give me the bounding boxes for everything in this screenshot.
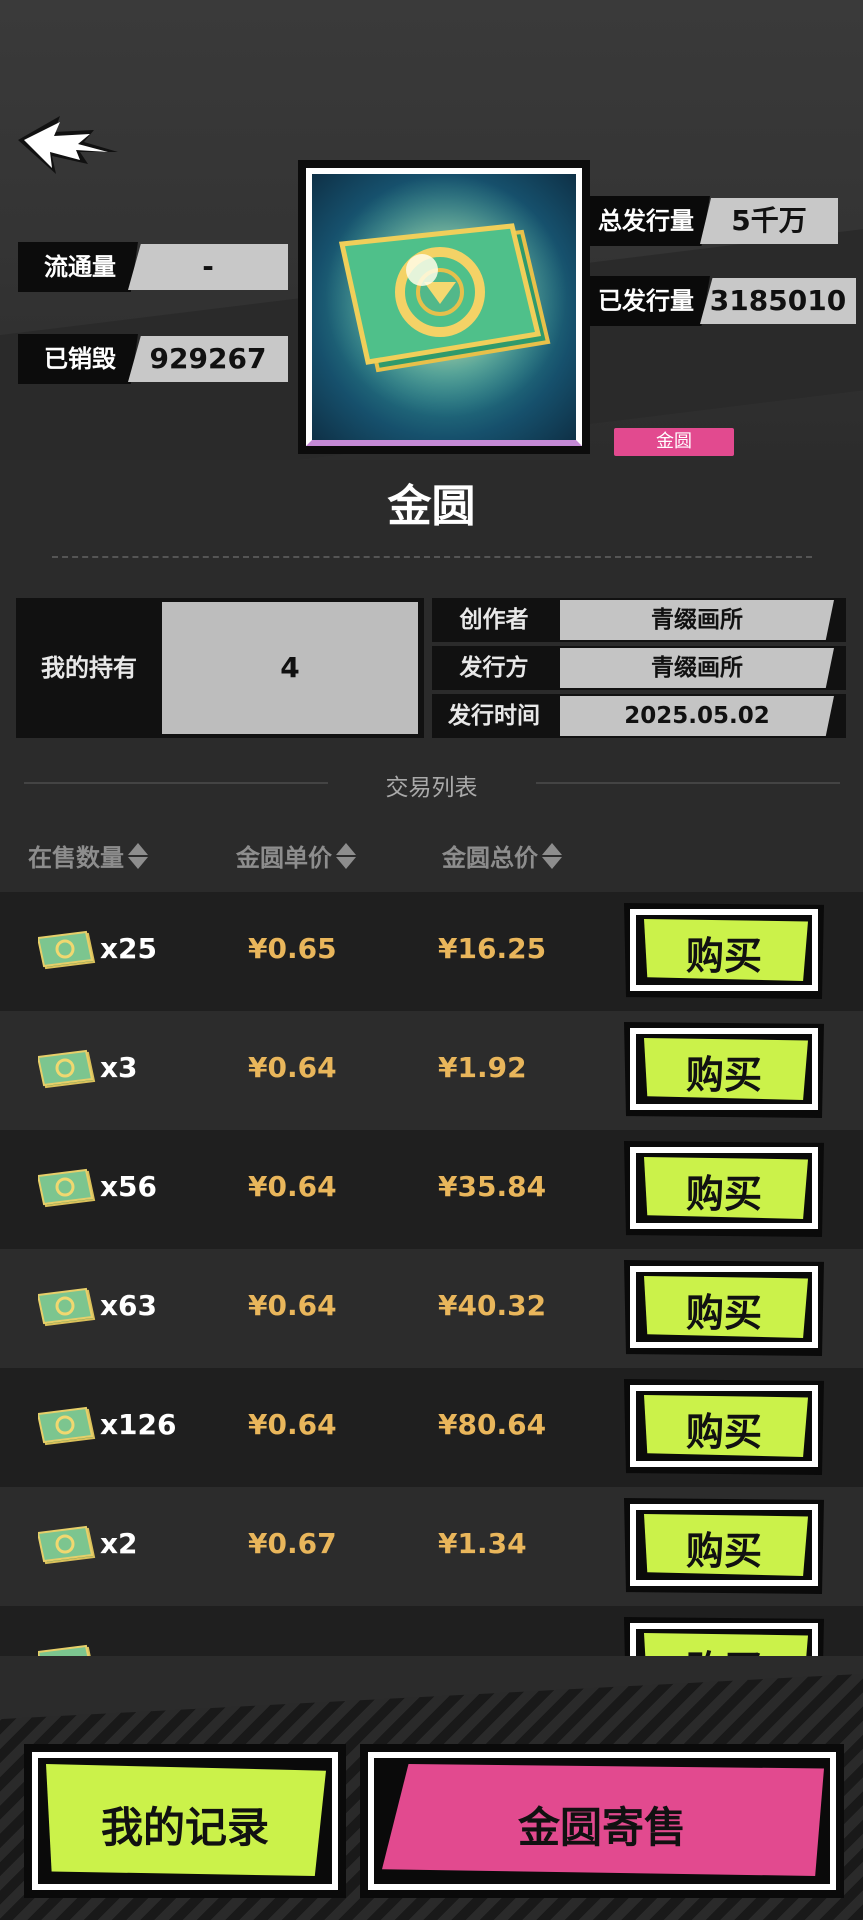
listing-unit-price: ¥0.64 <box>248 1051 337 1084</box>
consign-button[interactable]: 金圆寄售 <box>360 1744 844 1898</box>
listing-row: x25 ¥0.65 ¥16.25 购买 <box>0 892 863 1011</box>
publisher-row: 发行方 青缀画所 <box>432 646 846 690</box>
buy-button[interactable]: 购买 <box>624 903 824 999</box>
listing-row-partial: 购买 <box>0 1606 863 1658</box>
buy-button-label: 购买 <box>685 1053 762 1097</box>
creator-row: 创作者 青缀画所 <box>432 598 846 642</box>
listing-total-price: ¥80.64 <box>438 1408 547 1441</box>
circulation-value: - <box>128 244 288 290</box>
issue-date-label: 发行时间 <box>432 694 556 738</box>
total-price-column-label: 金圆总价 <box>442 844 538 872</box>
buy-button-label: 购买 <box>685 934 762 978</box>
listing-quantity: x25 <box>100 932 158 965</box>
listing-unit-price: ¥0.64 <box>248 1170 337 1203</box>
buy-button[interactable]: 购买 <box>624 1141 824 1237</box>
listing-unit-price: ¥0.64 <box>248 1408 337 1441</box>
buy-button-label: 购买 <box>685 1410 762 1454</box>
ticket-icon <box>38 1287 96 1327</box>
issued-label: 已发行量 <box>588 276 710 326</box>
item-tag-badge: 金圆 <box>614 428 734 456</box>
total-issue-stat: 总发行量 5千万 <box>588 196 838 246</box>
back-arrow-icon <box>18 116 118 174</box>
sort-by-unit-price[interactable]: 金圆单价 <box>236 838 356 873</box>
circulation-stat: 流通量 - <box>18 242 288 292</box>
publisher-value: 青缀画所 <box>560 648 834 688</box>
issue-date-value: 2025.05.02 <box>560 696 834 736</box>
sort-icon <box>542 842 562 869</box>
listing-unit-price: ¥0.65 <box>248 932 337 965</box>
ticket-icon <box>38 930 96 970</box>
creator-value: 青缀画所 <box>560 600 834 640</box>
buy-button[interactable]: 购买 <box>624 1498 824 1594</box>
listing-unit-price: ¥0.64 <box>248 1289 337 1322</box>
listing-row: x2 ¥0.67 ¥1.34 购买 <box>0 1487 863 1606</box>
destroyed-value: 929267 <box>128 336 288 382</box>
listing-total-price: ¥35.84 <box>438 1170 547 1203</box>
listing-quantity: x3 <box>100 1051 138 1084</box>
listing-unit-price: ¥0.67 <box>248 1527 337 1560</box>
ticket-icon <box>38 1168 96 1208</box>
my-holding-label: 我的持有 <box>41 654 137 682</box>
listing-row: x56 ¥0.64 ¥35.84 购买 <box>0 1130 863 1249</box>
my-records-button[interactable]: 我的记录 <box>24 1744 346 1898</box>
listing-row: x63 ¥0.64 ¥40.32 购买 <box>0 1249 863 1368</box>
trade-list-title: 交易列表 <box>385 775 478 801</box>
publisher-label: 发行方 <box>432 646 556 690</box>
sort-by-total-price[interactable]: 金圆总价 <box>442 838 562 873</box>
listing-total-price: ¥16.25 <box>438 932 547 965</box>
destroyed-stat: 已销毁 929267 <box>18 334 288 384</box>
gold-ticket-icon <box>312 174 576 440</box>
listing-quantity: x126 <box>100 1408 177 1441</box>
consign-label: 金圆寄售 <box>517 1803 686 1852</box>
buy-button[interactable]: 购买 <box>624 1260 824 1356</box>
issued-stat: 已发行量 3185010 <box>588 276 856 326</box>
listing-total-price: ¥1.34 <box>438 1527 527 1560</box>
item-image-frame <box>298 160 590 454</box>
buy-button[interactable]: 购买 <box>624 1022 824 1118</box>
ticket-icon <box>38 1525 96 1565</box>
trade-list[interactable]: x25 ¥0.65 ¥16.25 购买 x3 ¥0.64 ¥1.92 购买 x5… <box>0 892 863 1658</box>
back-button[interactable] <box>14 112 126 178</box>
issue-date-row: 发行时间 2025.05.02 <box>432 694 846 738</box>
listing-total-price: ¥40.32 <box>438 1289 547 1322</box>
sort-icon <box>336 842 356 869</box>
buy-button-label: 购买 <box>685 1291 762 1335</box>
listing-row: x126 ¥0.64 ¥80.64 购买 <box>0 1368 863 1487</box>
circulation-label: 流通量 <box>18 242 138 292</box>
buy-button[interactable]: 购买 <box>624 1617 824 1658</box>
my-records-label: 我的记录 <box>100 1803 269 1852</box>
total-issue-value: 5千万 <box>700 198 838 244</box>
my-holding-value: 4 <box>162 602 418 734</box>
destroyed-label: 已销毁 <box>18 334 138 384</box>
sort-by-quantity[interactable]: 在售数量 <box>28 838 148 873</box>
listing-row: x3 ¥0.64 ¥1.92 购买 <box>0 1011 863 1130</box>
creator-label: 创作者 <box>432 598 556 642</box>
buy-button-label: 购买 <box>685 1529 762 1573</box>
quantity-column-label: 在售数量 <box>28 844 124 872</box>
divider <box>52 556 812 558</box>
buy-button[interactable]: 购买 <box>624 1379 824 1475</box>
my-holding-box: 我的持有 4 <box>16 598 424 738</box>
listing-quantity: x2 <box>100 1527 138 1560</box>
issued-value: 3185010 <box>700 278 856 324</box>
listing-quantity: x56 <box>100 1170 158 1203</box>
total-issue-label: 总发行量 <box>588 196 710 246</box>
ticket-icon <box>38 1406 96 1446</box>
unit-price-column-label: 金圆单价 <box>236 844 332 872</box>
item-image <box>306 168 582 446</box>
listing-total-price: ¥1.92 <box>438 1051 527 1084</box>
listing-quantity: x63 <box>100 1289 158 1322</box>
sort-icon <box>128 842 148 869</box>
buy-button-label: 购买 <box>685 1172 762 1216</box>
item-title: 金圆 <box>387 481 476 532</box>
ticket-icon <box>38 1049 96 1089</box>
